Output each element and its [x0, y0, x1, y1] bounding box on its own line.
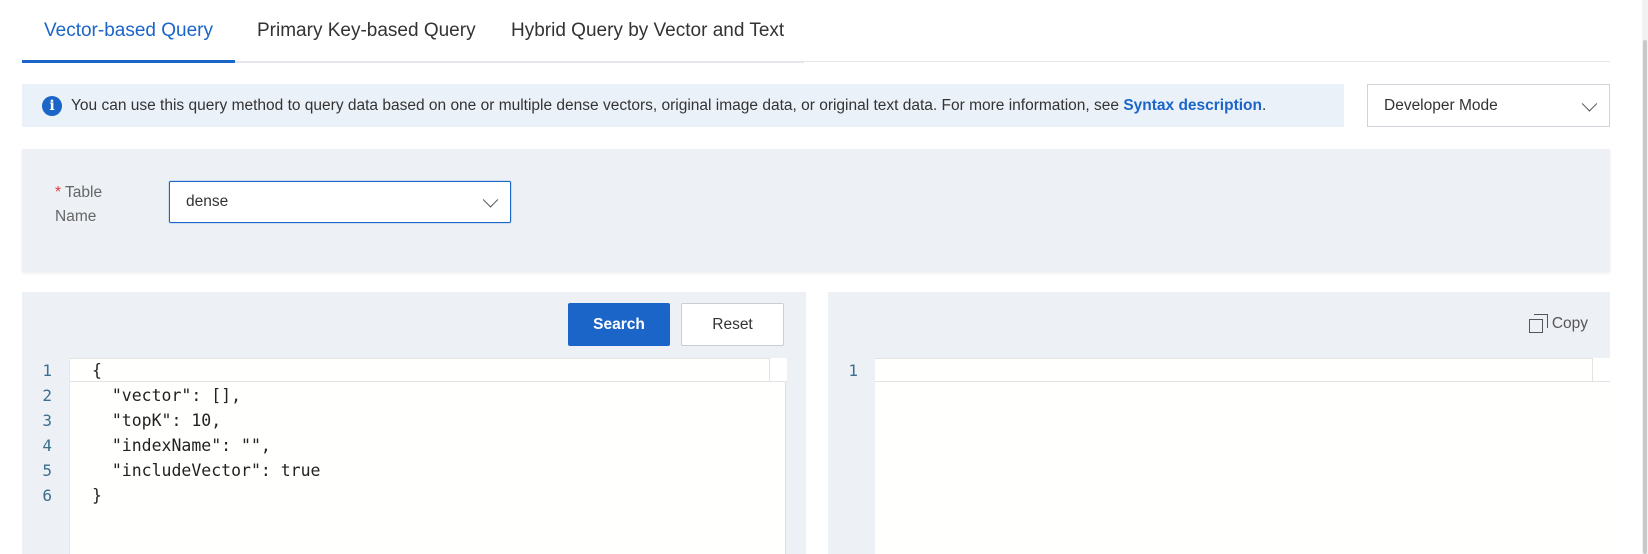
result-scroll-corner [1592, 358, 1610, 382]
query-editor-panel: Search Reset 1 2 3 4 5 6 { "vector": [],… [22, 292, 806, 554]
code-line: "includeVector": true [92, 461, 321, 480]
line-number-gutter: 1 2 3 4 5 6 [22, 358, 69, 554]
line-number: 4 [42, 436, 52, 455]
syntax-description-link[interactable]: Syntax description [1123, 97, 1262, 115]
line-number: 1 [848, 361, 858, 380]
active-line-highlight [875, 358, 1610, 382]
code-line: "topK": 10, [92, 411, 222, 430]
line-number: 6 [42, 486, 52, 505]
copy-button[interactable]: Copy [1528, 314, 1588, 334]
code-text-area[interactable]: { "vector": [], "topK": 10, "indexName":… [69, 358, 787, 554]
line-number: 5 [42, 461, 52, 480]
result-panel: Copy 1 [828, 292, 1610, 554]
search-button[interactable]: Search [568, 303, 670, 346]
table-name-label: * Table Name [55, 181, 125, 229]
code-line: } [92, 486, 102, 505]
tab-vector-based-query[interactable]: Vector-based Query [44, 20, 213, 42]
line-number: 3 [42, 411, 52, 430]
code-line: "indexName": "", [92, 436, 271, 455]
table-name-select[interactable]: dense [169, 181, 511, 223]
info-text: You can use this query method to query d… [71, 96, 1119, 114]
chevron-down-icon [1581, 95, 1598, 112]
tab-primary-key-based-query[interactable]: Primary Key-based Query [257, 20, 476, 42]
reset-button[interactable]: Reset [681, 303, 784, 346]
chevron-down-icon [482, 192, 499, 208]
table-name-value: dense [186, 193, 229, 210]
query-code-editor[interactable]: 1 2 3 4 5 6 { "vector": [], "topK": 10, … [22, 358, 806, 554]
developer-mode-select[interactable]: Developer Mode [1367, 84, 1610, 127]
info-circle-icon: i [42, 95, 62, 116]
info-suffix: . [1262, 96, 1267, 114]
table-name-label-text: Table Name [55, 184, 103, 225]
code-line: { [92, 361, 102, 380]
tab-hybrid-query[interactable]: Hybrid Query by Vector and Text [511, 20, 784, 42]
info-banner: i You can use this query method to query… [22, 84, 1344, 127]
line-number: 2 [42, 386, 52, 405]
query-tabs: Vector-based Query Primary Key-based Que… [22, 0, 1610, 63]
active-line-highlight [70, 358, 785, 382]
result-code-area[interactable] [875, 358, 1610, 554]
code-line: "vector": [], [92, 386, 242, 405]
tab-active-indicator [22, 60, 235, 63]
query-form-panel: * Table Name dense [22, 149, 1610, 271]
editor-scroll-corner [769, 358, 787, 382]
mode-select-value: Developer Mode [1384, 96, 1498, 114]
copy-icon [1528, 314, 1549, 334]
copy-label: Copy [1551, 315, 1588, 332]
required-mark: * [55, 184, 62, 201]
result-line-number-gutter: 1 [828, 358, 875, 554]
line-number: 1 [42, 361, 52, 380]
page-scrollbar-thumb[interactable] [1643, 40, 1647, 554]
